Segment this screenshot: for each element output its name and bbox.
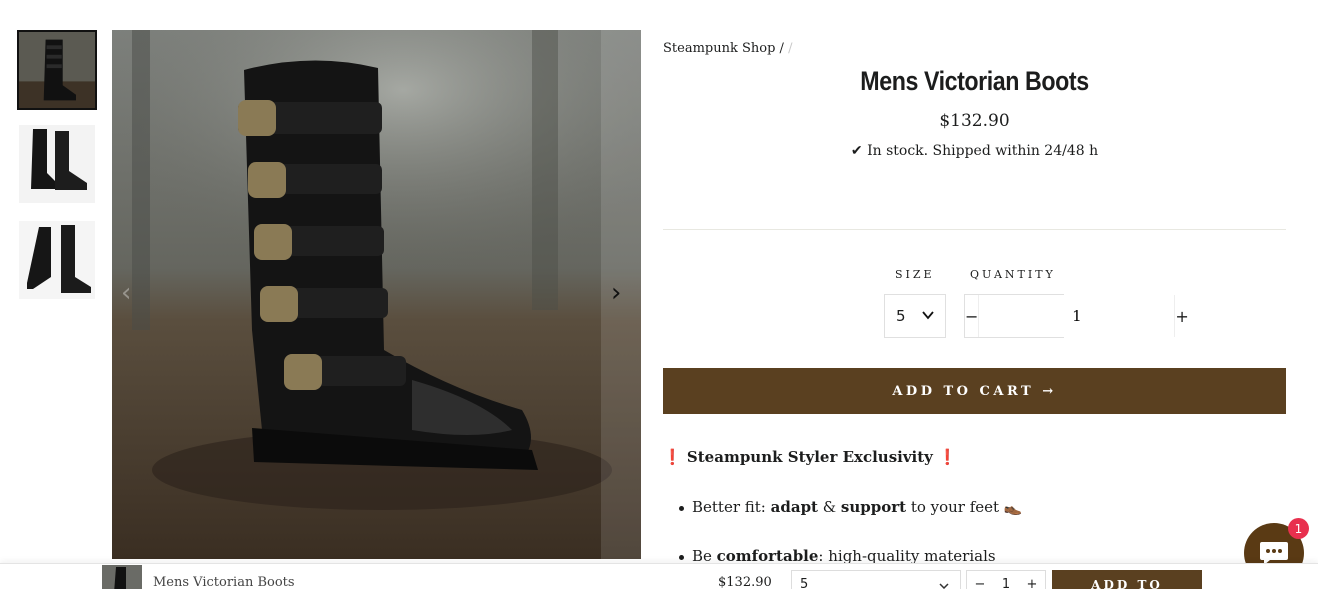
chat-notification-badge: 1 — [1288, 518, 1309, 539]
quantity-input[interactable] — [978, 295, 1176, 337]
size-label: SIZE — [895, 268, 935, 281]
chevron-down-icon — [922, 311, 934, 320]
feature-text: Better fit: — [692, 498, 771, 516]
size-value: 5 — [896, 307, 906, 325]
sticky-price: $132.90 — [718, 575, 772, 589]
product-price: $132.90 — [939, 111, 1010, 131]
exclusivity-heading: ❗ Steampunk Styler Exclusivity ❗ — [663, 448, 957, 466]
sticky-cart-bar: Mens Victorian Boots $132.90 5 − 1 + ADD… — [0, 563, 1318, 589]
sticky-size-value: 5 — [800, 577, 809, 589]
sticky-size-select[interactable]: 5 — [791, 570, 961, 589]
breadcrumb-separator: / — [779, 41, 784, 56]
breadcrumb-shop-link[interactable]: Steampunk Shop — [663, 41, 775, 56]
sticky-product-thumbnail — [102, 565, 142, 589]
exclamation-icon: ❗ — [663, 448, 682, 466]
feature-item: Better fit: adapt & support to your feet… — [679, 498, 1023, 516]
carousel-prev-icon[interactable]: ‹ — [121, 280, 131, 306]
carousel-next-icon[interactable]: › — [611, 280, 621, 306]
boot-mini-image — [102, 565, 142, 589]
thumbnail-1[interactable] — [17, 30, 97, 110]
chevron-down-icon — [939, 583, 949, 589]
exclusivity-text: Steampunk Styler Exclusivity — [686, 448, 933, 466]
boot-photo — [112, 30, 641, 559]
main-product-image — [112, 30, 641, 559]
quantity-stepper: − + — [964, 294, 1189, 338]
quantity-decrease-button[interactable]: − — [965, 295, 978, 337]
breadcrumb-separator-2: / — [788, 41, 793, 56]
feature-bold: adapt — [770, 498, 818, 516]
breadcrumb: Steampunk Shop / / — [663, 41, 792, 56]
sticky-quantity-increase[interactable]: + — [1019, 571, 1045, 589]
sticky-quantity-stepper: − 1 + — [966, 570, 1046, 589]
boot-pair-side-thumbnail-image — [19, 221, 95, 299]
quantity-increase-button[interactable]: + — [1175, 295, 1188, 337]
feature-text: & — [817, 498, 841, 516]
add-to-cart-button[interactable]: ADD TO CART → — [663, 368, 1286, 414]
stock-status: ✔ In stock. Shipped within 24/48 h — [663, 143, 1286, 159]
sticky-quantity-decrease[interactable]: − — [967, 571, 993, 589]
sticky-add-to-cart-button[interactable]: ADD TO — [1052, 570, 1202, 589]
divider — [663, 229, 1286, 230]
checkmark-icon: ✔ — [850, 143, 863, 159]
size-select[interactable]: 5 — [884, 294, 946, 338]
thumbnail-3[interactable] — [19, 221, 95, 299]
thumbnail-2[interactable] — [19, 125, 95, 203]
sticky-product-title: Mens Victorian Boots — [153, 575, 295, 589]
quantity-label: QUANTITY — [970, 268, 1056, 281]
product-title: Mens Victorian Boots — [860, 66, 1089, 96]
feature-bold: support — [840, 498, 907, 516]
stock-text: In stock. Shipped within 24/48 h — [867, 143, 1099, 159]
boot-pair-thumbnail-image — [19, 125, 95, 203]
exclamation-icon: ❗ — [938, 448, 957, 466]
sticky-quantity-value[interactable]: 1 — [993, 571, 1019, 589]
feature-text: to your feet 👞 — [906, 498, 1023, 516]
boot-thumbnail-image — [19, 32, 95, 108]
